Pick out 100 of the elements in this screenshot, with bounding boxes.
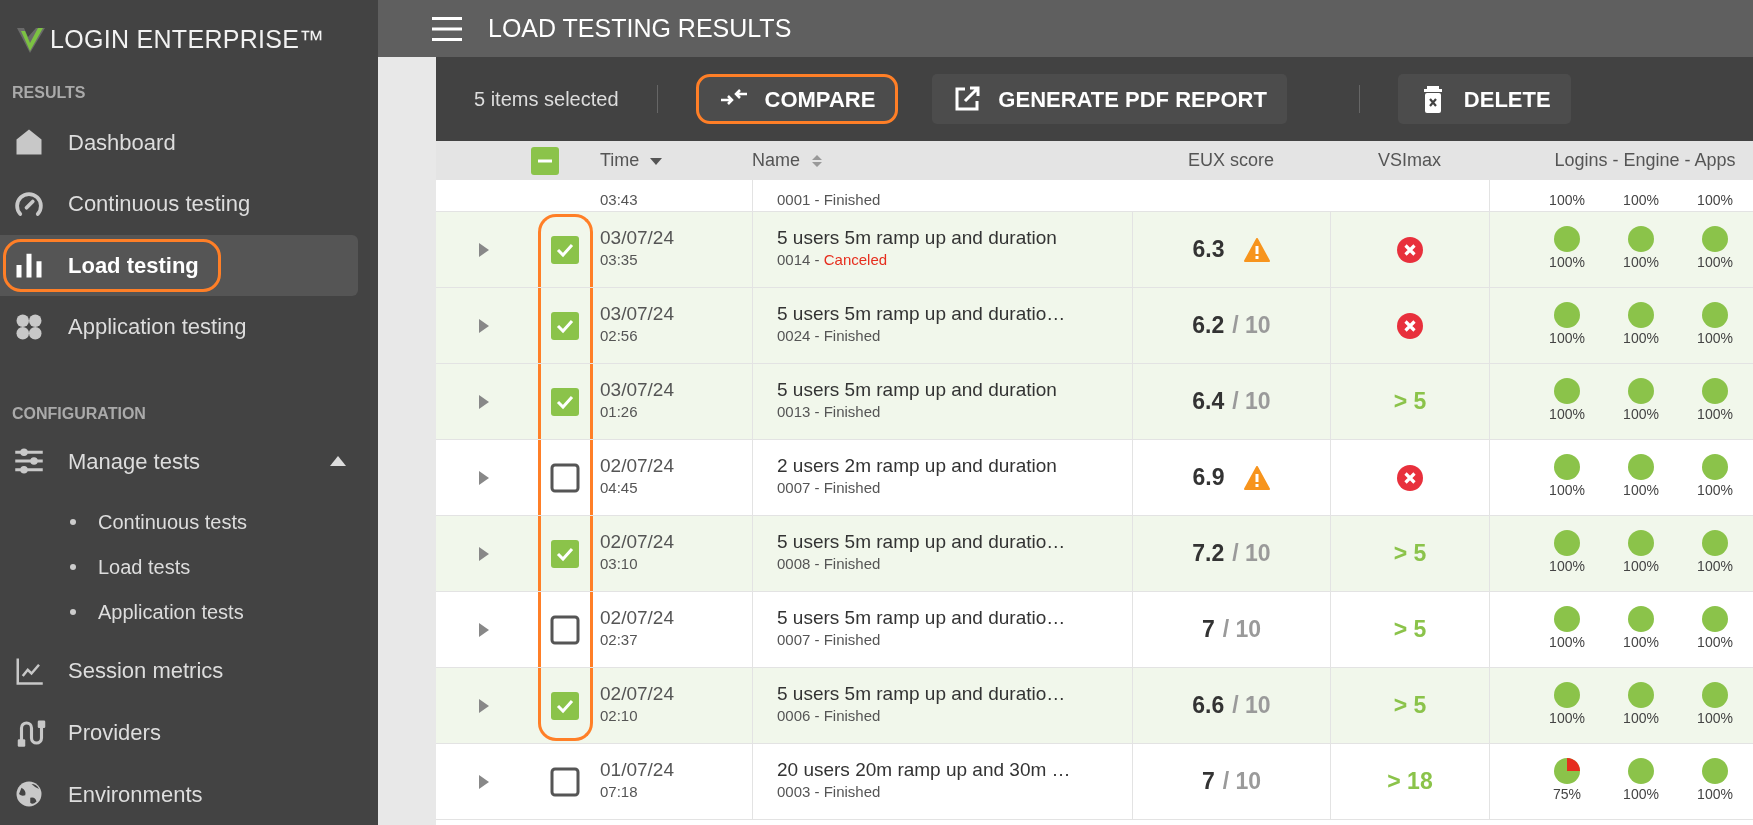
percentage: 100% bbox=[1697, 709, 1733, 728]
nav-item[interactable]: Manage tests bbox=[0, 430, 358, 493]
expand-icon bbox=[478, 773, 490, 790]
table-row[interactable]: 03/07/24 01:26 5 users 5m ramp up and duration 0013 - Finished 6.4 / 10 > 5 100% 100% 100% bbox=[436, 364, 1753, 440]
percentage: 100% bbox=[1697, 405, 1733, 424]
table-row[interactable]: 03/07/24 03:35 5 users 5m ramp up and duration 0014 - Canceled 6.3 100% 100% 100% bbox=[436, 212, 1753, 288]
percentage: 100% bbox=[1549, 481, 1585, 500]
run-time: 02:10 bbox=[600, 706, 638, 727]
expand-icon bbox=[478, 241, 490, 258]
run-date: 02/07/24 bbox=[600, 455, 674, 478]
expand-icon bbox=[478, 317, 490, 334]
percentage: 100% bbox=[1549, 253, 1585, 272]
percentage: 100% bbox=[1549, 329, 1585, 348]
checkbox[interactable] bbox=[550, 614, 580, 645]
percentage: 100% bbox=[1623, 785, 1659, 804]
nav-subitem[interactable]: Application tests bbox=[0, 589, 378, 635]
percentage: 100% bbox=[1549, 557, 1585, 576]
eux-score: 6.6 bbox=[1192, 691, 1225, 721]
percentage: 100% bbox=[1623, 405, 1659, 424]
nav-item[interactable]: Dashboard bbox=[0, 111, 358, 173]
run-status: 0007 - Finished bbox=[777, 478, 881, 499]
table-row[interactable]: 02/07/24 04:45 2 users 2m ramp up and duration 0007 - Finished 6.9 100% 100% 100% bbox=[436, 440, 1753, 516]
score-max: / 10 bbox=[1232, 691, 1271, 721]
table-row[interactable]: 03:43 0001 - Finished 100% 100% 100% bbox=[436, 180, 1753, 212]
vsimax-value: > 5 bbox=[1393, 615, 1427, 645]
score-max: / 10 bbox=[1232, 539, 1271, 569]
column-header[interactable]: VSImax bbox=[1378, 147, 1441, 174]
run-status: 0007 - Finished bbox=[777, 630, 881, 651]
checkbox[interactable] bbox=[550, 690, 580, 721]
percentage: 100% bbox=[1697, 329, 1733, 348]
vsimax-value: > 5 bbox=[1393, 539, 1427, 569]
expand-icon bbox=[478, 621, 490, 638]
percentage: 100% bbox=[1623, 253, 1659, 272]
test-name: 5 users 5m ramp up and duration bbox=[777, 227, 1057, 250]
test-name: 5 users 5m ramp up and duratio… bbox=[777, 531, 1066, 554]
percentage: 100% bbox=[1549, 191, 1585, 210]
nav-item[interactable]: Session metrics bbox=[0, 640, 358, 702]
percentage: 100% bbox=[1623, 709, 1659, 728]
run-time: 04:45 bbox=[600, 478, 638, 499]
eux-score: 6.2 bbox=[1192, 311, 1225, 341]
table-row[interactable]: 03/07/24 02:56 5 users 5m ramp up and duratio… 0024 - Finished 6.2 / 10 100% 100% 100% bbox=[436, 288, 1753, 364]
percentage: 100% bbox=[1623, 329, 1659, 348]
table-row[interactable]: 02/07/24 02:37 5 users 5m ramp up and duratio… 0007 - Finished 7 / 10 > 5 100% 100% 100% bbox=[436, 592, 1753, 668]
section-heading: RESULTS bbox=[11, 83, 87, 104]
run-time: 03:10 bbox=[600, 554, 638, 575]
run-time: 02:37 bbox=[600, 630, 638, 651]
run-time: 01:26 bbox=[600, 402, 638, 423]
checkbox[interactable] bbox=[550, 310, 580, 341]
vsimax-value: > 18 bbox=[1387, 767, 1433, 797]
percentage: 100% bbox=[1623, 481, 1659, 500]
table-row[interactable]: 02/07/24 02:10 5 users 5m ramp up and duratio… 0006 - Finished 6.6 / 10 > 5 100% 100% 100% bbox=[436, 668, 1753, 744]
percentage: 100% bbox=[1697, 633, 1733, 652]
run-status: 0014 - Canceled bbox=[777, 250, 888, 271]
test-name: 5 users 5m ramp up and duration bbox=[777, 379, 1057, 402]
toolbar-button[interactable]: COMPARE bbox=[695, 74, 899, 124]
checkbox[interactable] bbox=[550, 234, 580, 265]
page-title: LOAD TESTING RESULTS bbox=[488, 12, 792, 44]
percentage: 100% bbox=[1697, 785, 1733, 804]
column-header[interactable]: Logins - Engine - Apps bbox=[1554, 147, 1736, 174]
score-max: / 10 bbox=[1222, 767, 1262, 797]
percentage: 100% bbox=[1549, 709, 1585, 728]
toolbar-button[interactable]: GENERATE PDF REPORT bbox=[932, 74, 1287, 124]
column-header[interactable]: EUX score bbox=[1188, 147, 1274, 174]
eux-score: 6.3 bbox=[1192, 235, 1225, 265]
checkbox[interactable] bbox=[550, 386, 580, 417]
eux-score: 6.4 bbox=[1192, 387, 1225, 417]
column-header[interactable]: Name bbox=[752, 147, 800, 174]
run-status: 0024 - Finished bbox=[777, 326, 881, 347]
test-name: 20 users 20m ramp up and 30m … bbox=[777, 759, 1071, 782]
run-status: 0001 - Finished bbox=[777, 189, 881, 210]
checkbox[interactable] bbox=[550, 462, 580, 493]
table-row[interactable]: 01/07/24 07:18 20 users 20m ramp up and 30m … 0003 - Finished 7 / 10 > 18 75% 100% 100% bbox=[436, 744, 1753, 820]
test-name: 5 users 5m ramp up and duratio… bbox=[777, 607, 1066, 630]
nav-item[interactable]: Load testing bbox=[0, 234, 358, 297]
table-row[interactable]: 02/07/24 03:10 5 users 5m ramp up and duratio… 0008 - Finished 7.2 / 10 > 5 100% 100% 100% bbox=[436, 516, 1753, 592]
logo-text: LOGIN ENTERPRISE™ bbox=[50, 24, 325, 55]
percentage: 100% bbox=[1549, 405, 1585, 424]
test-name: 5 users 5m ramp up and duratio… bbox=[777, 683, 1066, 706]
percentage: 100% bbox=[1697, 557, 1733, 576]
nav-item[interactable]: Application testing bbox=[0, 296, 358, 358]
nav-subitem[interactable]: Load tests bbox=[0, 544, 378, 590]
run-status: 0003 - Finished bbox=[777, 782, 881, 803]
expand-icon bbox=[478, 469, 490, 486]
run-status: 0008 - Finished bbox=[777, 554, 881, 575]
checkbox[interactable] bbox=[530, 145, 560, 176]
checkbox[interactable] bbox=[550, 766, 580, 797]
nav-subitem[interactable]: Continuous tests bbox=[0, 499, 378, 545]
eux-score: 7 bbox=[1201, 767, 1215, 797]
nav-item[interactable]: Environments bbox=[0, 763, 358, 825]
toolbar-button[interactable]: DELETE bbox=[1397, 74, 1571, 124]
percentage: 100% bbox=[1697, 481, 1733, 500]
checkbox[interactable] bbox=[550, 538, 580, 569]
run-date: 03/07/24 bbox=[600, 227, 674, 250]
nav-item[interactable]: Providers bbox=[0, 701, 358, 764]
error-icon bbox=[1397, 464, 1423, 491]
column-header[interactable]: Time bbox=[600, 147, 640, 174]
run-date: 01/07/24 bbox=[600, 759, 674, 782]
run-date: 03/07/24 bbox=[600, 303, 674, 326]
nav-item[interactable]: Continuous testing bbox=[0, 172, 358, 235]
expand-icon bbox=[478, 545, 490, 562]
